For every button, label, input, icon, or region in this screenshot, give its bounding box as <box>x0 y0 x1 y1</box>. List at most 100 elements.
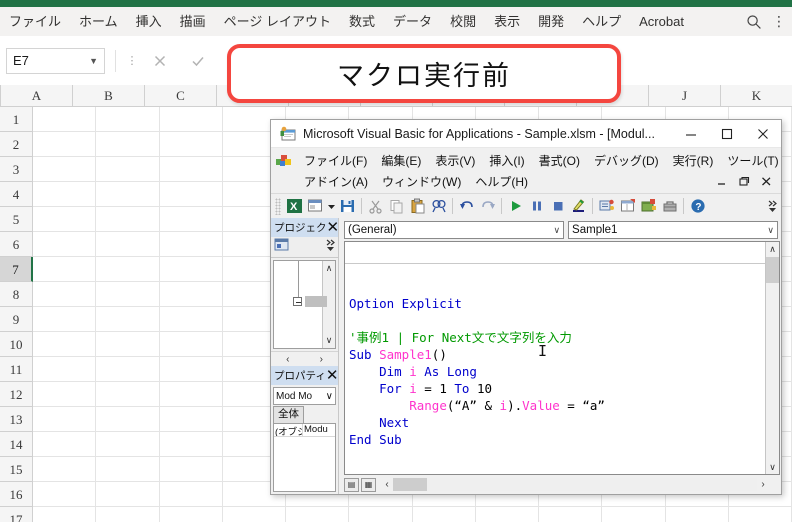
tab-help[interactable]: ヘルプ <box>573 7 630 36</box>
row-header-17[interactable]: 17 <box>0 507 33 522</box>
cell-B13[interactable] <box>96 407 160 432</box>
chevron-left-icon[interactable]: ‹ <box>381 479 393 490</box>
cell-F17[interactable] <box>349 507 413 522</box>
cell-K17[interactable] <box>665 507 729 522</box>
row-header-10[interactable]: 10 <box>0 332 33 357</box>
cell-L17[interactable] <box>728 507 792 522</box>
property-value[interactable]: Modu <box>303 424 335 436</box>
chevron-up-icon[interactable]: ∧ <box>326 261 333 276</box>
mdi-close-icon[interactable] <box>761 176 772 187</box>
cell-A1[interactable] <box>33 107 97 132</box>
code-line[interactable]: '事例1 | For Next文で文字列を入力 <box>349 329 765 346</box>
tree-expand-icon[interactable] <box>293 297 302 306</box>
run-icon[interactable] <box>505 196 526 217</box>
tab-file[interactable]: ファイル <box>0 7 70 36</box>
cell-B16[interactable] <box>96 482 160 507</box>
scrollbar-thumb[interactable] <box>766 257 779 283</box>
row-header-14[interactable]: 14 <box>0 432 33 457</box>
row-header-15[interactable]: 15 <box>0 457 33 482</box>
chevron-right-icon[interactable]: › <box>320 354 323 365</box>
tab-alphabetic[interactable]: 全体 <box>273 406 304 423</box>
hscrollbar-track[interactable] <box>393 478 757 491</box>
cell-C2[interactable] <box>159 132 223 157</box>
vba-menu-format[interactable]: 書式(O) <box>532 152 587 169</box>
scrollbar-track[interactable] <box>766 283 779 460</box>
vba-menu-edit[interactable]: 編集(E) <box>374 152 428 169</box>
cell-C10[interactable] <box>159 332 223 357</box>
chevron-down-icon[interactable]: ∨ <box>767 225 774 236</box>
cell-A5[interactable] <box>33 207 97 232</box>
procedure-combo[interactable]: Sample1 ∨ <box>568 221 778 239</box>
cell-C17[interactable] <box>159 507 223 522</box>
cell-B2[interactable] <box>96 132 160 157</box>
cell-A14[interactable] <box>33 432 97 457</box>
row-header-9[interactable]: 9 <box>0 307 33 332</box>
tree-node-module[interactable] <box>293 296 327 307</box>
chevron-down-icon[interactable]: ▼ <box>89 56 98 66</box>
mdi-restore-icon[interactable] <box>739 176 750 187</box>
tab-page-layout[interactable]: ページ レイアウト <box>215 7 340 36</box>
chevron-left-icon[interactable]: ‹ <box>286 354 289 365</box>
row-header-7[interactable]: 7 <box>0 257 33 282</box>
cell-C9[interactable] <box>159 307 223 332</box>
code-line[interactable]: Option Explicit <box>349 295 765 312</box>
vba-menu-debug[interactable]: デバッグ(D) <box>587 152 666 169</box>
chevron-down-icon[interactable]: ∨ <box>553 225 560 236</box>
cell-A7[interactable] <box>33 257 97 282</box>
cell-B17[interactable] <box>96 507 160 522</box>
full-module-view-icon[interactable]: ▦ <box>361 477 376 492</box>
vba-menu-tools[interactable]: ツール(T) <box>720 152 785 169</box>
close-icon[interactable] <box>745 120 781 148</box>
row-header-5[interactable]: 5 <box>0 207 33 232</box>
code-line[interactable]: Range(“A” & i).Value = “a” <box>349 397 765 414</box>
cell-B1[interactable] <box>96 107 160 132</box>
cancel-icon[interactable] <box>152 53 168 69</box>
column-header-a[interactable]: A <box>1 85 73 107</box>
toolbar-grip-icon[interactable] <box>275 197 281 215</box>
vba-menu-insert[interactable]: 挿入(I) <box>482 152 531 169</box>
select-all-corner[interactable] <box>0 85 1 107</box>
cell-C8[interactable] <box>159 282 223 307</box>
properties-window-icon[interactable] <box>617 196 638 217</box>
row-header-16[interactable]: 16 <box>0 482 33 507</box>
name-box[interactable]: E7 ▼ <box>6 47 105 74</box>
more-options-icon[interactable]: ⋮ <box>772 13 786 30</box>
code-text[interactable]: Option Explicit '事例1 | For Next文で文字列を入力 S… <box>345 242 765 474</box>
vba-title-bar[interactable]: Microsoft Visual Basic for Applications … <box>271 120 781 148</box>
properties-row[interactable]: (オブジ Modu <box>274 424 335 437</box>
project-explorer-icon[interactable] <box>596 196 617 217</box>
chevron-down-icon[interactable]: ∨ <box>766 460 779 474</box>
cell-C6[interactable] <box>159 232 223 257</box>
cell-H17[interactable] <box>475 507 539 522</box>
tab-view[interactable]: 表示 <box>485 7 529 36</box>
toolbar-overflow-icon[interactable] <box>767 198 781 214</box>
code-horizontal-scrollbar[interactable]: ‹ › <box>381 478 781 491</box>
code-vertical-scrollbar[interactable]: ∧ ∨ <box>765 242 779 474</box>
tab-review[interactable]: 校閲 <box>441 7 485 36</box>
copy-icon[interactable] <box>386 196 407 217</box>
cell-C12[interactable] <box>159 382 223 407</box>
cell-C11[interactable] <box>159 357 223 382</box>
cell-C1[interactable] <box>159 107 223 132</box>
tab-data[interactable]: データ <box>384 7 441 36</box>
view-code-icon[interactable] <box>273 237 290 257</box>
find-icon[interactable] <box>428 196 449 217</box>
resize-grip-icon[interactable] <box>769 478 781 491</box>
column-header-b[interactable]: B <box>73 85 145 107</box>
cell-B6[interactable] <box>96 232 160 257</box>
break-icon[interactable] <box>526 196 547 217</box>
tab-draw[interactable]: 描画 <box>171 7 215 36</box>
cell-B5[interactable] <box>96 207 160 232</box>
close-icon[interactable]: ✕ <box>326 368 338 383</box>
tab-insert[interactable]: 挿入 <box>127 7 171 36</box>
cell-A11[interactable] <box>33 357 97 382</box>
cell-C4[interactable] <box>159 182 223 207</box>
vba-menu-view[interactable]: 表示(V) <box>428 152 482 169</box>
row-header-3[interactable]: 3 <box>0 157 33 182</box>
tab-formulas[interactable]: 数式 <box>340 7 384 36</box>
vba-menu-window[interactable]: ウィンドウ(W) <box>375 173 468 190</box>
cell-A9[interactable] <box>33 307 97 332</box>
cell-C14[interactable] <box>159 432 223 457</box>
object-combo[interactable]: (General) ∨ <box>344 221 565 239</box>
cell-B11[interactable] <box>96 357 160 382</box>
